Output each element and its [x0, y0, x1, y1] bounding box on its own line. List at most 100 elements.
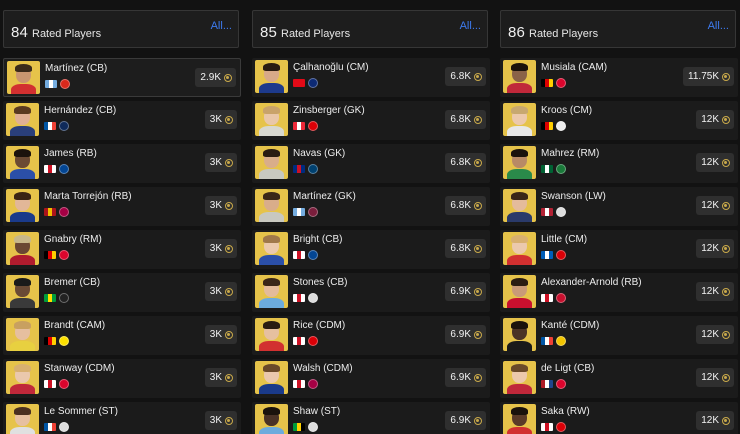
player-portrait-shirt [259, 298, 284, 308]
coin-icon [474, 158, 482, 167]
coin-icon [474, 330, 482, 339]
player-badges [44, 293, 69, 303]
price-value: 12K [701, 243, 719, 254]
club-badge-icon [556, 164, 566, 174]
player-portrait [503, 275, 536, 308]
price-value: 11.75K [688, 71, 719, 82]
player-price: 12K [696, 411, 734, 430]
nation-flag-icon [293, 208, 305, 216]
player-row[interactable]: Walsh (CDM) 6.9K [252, 359, 490, 398]
player-portrait-shirt [507, 427, 532, 434]
player-row[interactable]: de Ligt (CB) 12K [500, 359, 738, 398]
player-price: 3K [204, 196, 237, 215]
player-row[interactable]: Le Sommer (ST) 3K [3, 402, 241, 434]
coin-icon [722, 287, 730, 296]
player-portrait-hair [511, 63, 528, 71]
player-row[interactable]: Kroos (CM) 12K [500, 101, 738, 140]
player-portrait [503, 60, 536, 93]
player-row[interactable]: Shaw (ST) 6.9K [252, 402, 490, 434]
player-portrait-hair [511, 235, 528, 243]
player-row[interactable]: Martínez (CB) 2.9K [3, 58, 241, 97]
player-row[interactable]: Mahrez (RM) 12K [500, 144, 738, 183]
player-portrait-hair [14, 278, 31, 286]
coin-icon [722, 115, 730, 124]
player-portrait-shirt [507, 255, 532, 265]
view-all-link[interactable]: All... [708, 20, 729, 32]
club-badge-icon [556, 336, 566, 346]
player-portrait-shirt [507, 384, 532, 394]
club-badge-icon [59, 164, 69, 174]
player-row[interactable]: Bright (CB) 6.8K [252, 230, 490, 269]
player-row[interactable]: Little (CM) 12K [500, 230, 738, 269]
player-price: 3K [204, 368, 237, 387]
coin-icon [225, 115, 233, 124]
club-badge-icon [308, 379, 318, 389]
player-portrait [6, 146, 39, 179]
price-value: 6.8K [450, 200, 471, 211]
player-portrait [255, 146, 288, 179]
player-portrait-hair [14, 106, 31, 114]
coin-icon [225, 330, 233, 339]
view-all-link[interactable]: All... [460, 20, 481, 32]
player-row[interactable]: Swanson (LW) 12K [500, 187, 738, 226]
player-row[interactable]: Brandt (CAM) 3K [3, 316, 241, 355]
player-portrait-shirt [507, 169, 532, 179]
club-badge-icon [308, 293, 318, 303]
player-portrait-hair [263, 235, 280, 243]
player-badges [293, 379, 318, 389]
player-portrait [255, 275, 288, 308]
player-name: Martínez (CB) [45, 63, 108, 74]
player-price: 3K [204, 110, 237, 129]
player-portrait [6, 232, 39, 265]
player-portrait-shirt [10, 427, 35, 434]
player-row[interactable]: Çalhanoğlu (CM) 6.8K [252, 58, 490, 97]
view-all-link[interactable]: All... [211, 20, 232, 32]
player-row[interactable]: Alexander-Arnold (RB) 12K [500, 273, 738, 312]
player-row[interactable]: Stanway (CDM) 3K [3, 359, 241, 398]
player-name: Kroos (CM) [541, 105, 593, 116]
player-row[interactable]: Gnabry (RM) 3K [3, 230, 241, 269]
coin-icon [474, 201, 482, 210]
nation-flag-icon [44, 380, 56, 388]
player-name: Alexander-Arnold (RB) [541, 277, 642, 288]
player-row[interactable]: Kanté (CDM) 12K [500, 316, 738, 355]
player-row[interactable]: Hernández (CB) 3K [3, 101, 241, 140]
player-row[interactable]: Bremer (CB) 3K [3, 273, 241, 312]
rating-column-84: 84 Rated Players All... Martínez (CB) 2.9K He… [3, 0, 241, 434]
player-price: 3K [204, 282, 237, 301]
player-row[interactable]: Saka (RW) 12K [500, 402, 738, 434]
player-portrait-hair [14, 364, 31, 372]
player-name: Hernández (CB) [44, 105, 117, 116]
player-badges [541, 250, 566, 260]
player-row[interactable]: Marta Torrejón (RB) 3K [3, 187, 241, 226]
player-name: Gnabry (RM) [44, 234, 102, 245]
player-portrait [255, 232, 288, 265]
player-price: 6.8K [445, 196, 486, 215]
player-row[interactable]: Navas (GK) 6.8K [252, 144, 490, 183]
player-row[interactable]: Martínez (GK) 6.8K [252, 187, 490, 226]
player-price: 12K [696, 153, 734, 172]
coin-icon [224, 73, 232, 82]
player-name: Shaw (ST) [293, 406, 341, 417]
column-header: 84 Rated Players All... [3, 10, 239, 48]
price-value: 6.8K [450, 157, 471, 168]
player-row[interactable]: Rice (CDM) 6.9K [252, 316, 490, 355]
club-badge-icon [556, 78, 566, 88]
player-row[interactable]: Stones (CB) 6.9K [252, 273, 490, 312]
rating-label: Rated Players [281, 28, 351, 40]
player-name: Marta Torrejón (RB) [44, 191, 132, 202]
nation-flag-icon [293, 380, 305, 388]
price-value: 12K [701, 415, 719, 426]
player-row[interactable]: Zinsberger (GK) 6.8K [252, 101, 490, 140]
player-name: Saka (RW) [541, 406, 590, 417]
player-row[interactable]: Musiala (CAM) 11.75K [500, 58, 738, 97]
player-portrait-hair [263, 106, 280, 114]
player-portrait [503, 103, 536, 136]
club-badge-icon [59, 293, 69, 303]
rating-label: Rated Players [32, 28, 102, 40]
player-badges [541, 293, 566, 303]
nation-flag-icon [293, 165, 305, 173]
player-portrait-shirt [10, 126, 35, 136]
player-row[interactable]: James (RB) 3K [3, 144, 241, 183]
coin-icon [225, 158, 233, 167]
